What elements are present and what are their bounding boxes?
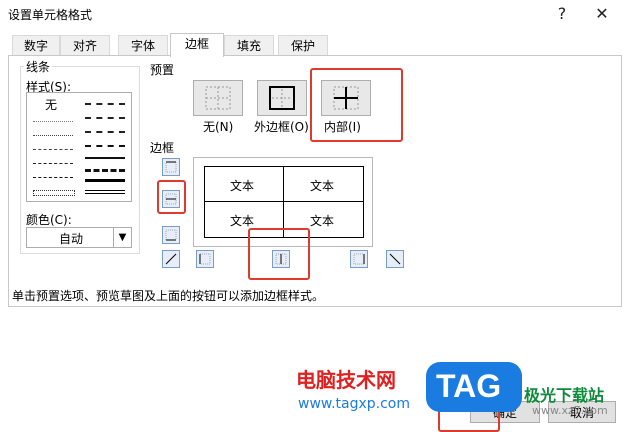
border-left-button[interactable]: [196, 250, 214, 268]
border-bottom-icon: [165, 229, 177, 241]
line-style-option[interactable]: [33, 121, 73, 122]
line-style-option[interactable]: [85, 169, 125, 172]
border-outline-icon: [269, 86, 295, 110]
watermark-site-name: 电脑技术网: [296, 368, 396, 392]
border-top-icon: [165, 161, 177, 173]
border-right-icon: [353, 253, 365, 265]
color-label: 颜色(C):: [26, 213, 72, 227]
line-style-option[interactable]: [85, 103, 125, 105]
line-style-option[interactable]: [85, 117, 125, 119]
preview-cell-text: 文本: [230, 179, 255, 193]
preview-cell-text: 文本: [310, 214, 335, 228]
line-style-option[interactable]: [33, 135, 73, 136]
watermark-logo-text: TAG: [436, 368, 502, 404]
line-style-option[interactable]: [85, 131, 125, 133]
preview-cell-text: 文本: [310, 179, 335, 193]
presets-label: 预置: [150, 63, 175, 77]
tab-border[interactable]: 边框: [170, 33, 224, 57]
border-diagonal-up-button[interactable]: [162, 250, 180, 268]
line-style-option[interactable]: [85, 179, 125, 182]
watermark-url: www.tagxp.com: [298, 396, 410, 412]
diagonal-down-icon: [389, 253, 401, 265]
highlight-box: [248, 228, 310, 280]
line-style-list[interactable]: 无: [26, 92, 132, 202]
line-style-option[interactable]: [85, 190, 125, 194]
preview-inner-horizontal: [204, 201, 364, 202]
title-bar: 设置单元格格式 ? ✕: [0, 0, 628, 28]
line-style-option[interactable]: [33, 149, 73, 150]
watermark-logo: TAG: [426, 362, 522, 412]
help-button[interactable]: ?: [548, 2, 576, 26]
chevron-down-icon[interactable]: ▼: [113, 228, 131, 247]
border-label: 边框: [150, 141, 175, 155]
border-none-icon: [205, 86, 231, 110]
line-style-option[interactable]: [33, 177, 73, 178]
highlight-box: [157, 180, 186, 214]
line-style-option[interactable]: [33, 163, 73, 164]
close-button[interactable]: ✕: [588, 2, 616, 26]
watermark-right-url: www.xz7.com: [532, 404, 608, 417]
line-style-option[interactable]: [33, 190, 75, 196]
highlight-box: [310, 68, 403, 142]
line-group-label: 线条: [24, 58, 53, 75]
preset-outline-label: 外边框(O): [254, 120, 309, 134]
watermark-right-text: 极光下载站: [524, 386, 605, 405]
preset-none-label: 无(N): [203, 120, 234, 134]
preset-none-button[interactable]: [193, 80, 243, 116]
color-select[interactable]: 自动 ▼: [26, 227, 132, 248]
border-top-button[interactable]: [162, 158, 180, 176]
line-style-none[interactable]: 无: [45, 96, 57, 113]
border-diagonal-down-button[interactable]: [386, 250, 404, 268]
hint-text: 单击预置选项、预览草图及上面的按钮可以添加边框样式。: [12, 289, 325, 303]
tab-font[interactable]: 字体: [118, 35, 168, 56]
preview-cell-text: 文本: [230, 214, 255, 228]
border-right-button[interactable]: [350, 250, 368, 268]
tab-alignment[interactable]: 对齐: [60, 35, 110, 56]
dialog-title: 设置单元格格式: [8, 8, 93, 22]
line-style-option[interactable]: [85, 157, 125, 159]
tab-strip: 数字 对齐 字体 边框 填充 保护: [8, 33, 620, 57]
diagonal-up-icon: [165, 253, 177, 265]
border-left-icon: [199, 253, 211, 265]
tab-fill[interactable]: 填充: [224, 35, 274, 56]
tab-protection[interactable]: 保护: [278, 35, 328, 56]
border-bottom-button[interactable]: [162, 226, 180, 244]
color-select-value: 自动: [59, 232, 84, 246]
tab-number[interactable]: 数字: [12, 35, 60, 56]
preset-outline-button[interactable]: [257, 80, 307, 116]
line-style-option[interactable]: [85, 145, 125, 147]
